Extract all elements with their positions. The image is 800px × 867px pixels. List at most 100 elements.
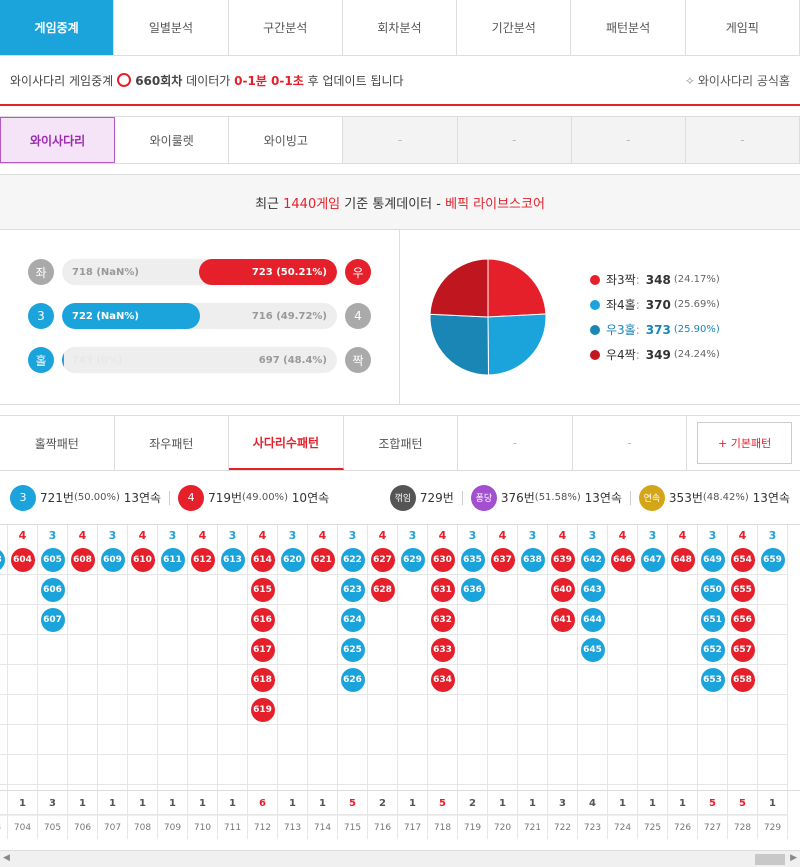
result-ball: 655 [730,577,755,602]
grid-cell [278,665,307,695]
grid-cell [0,755,7,785]
grid-cell [98,605,127,635]
grid-cell [98,665,127,695]
legend-item: 좌3짝 :348 (24.17%) [590,267,720,292]
grid-cell [308,575,337,605]
streak-count: 2 [469,797,476,809]
grid-cell [398,695,427,725]
info-mid: 데이터가 [186,73,231,88]
base-pattern-button[interactable]: + 기본패턴 [697,422,793,464]
result-ball: 652 [700,637,725,662]
horizontal-scrollbar[interactable]: ◀ ▶ [0,850,800,867]
round-number: 721 [518,815,547,839]
tab-y-bingo[interactable]: 와이빙고 [229,117,344,163]
column-header: 4 [438,528,447,542]
scroll-right-icon[interactable]: ▶ [790,853,797,863]
grid-cell: 611 [158,545,187,575]
official-home-link[interactable]: ⟡ 와이사다리 공식홈 [686,72,790,89]
divider [169,490,171,505]
result-ball: 640 [550,577,575,602]
tab-empty: - [343,117,458,163]
grid-cell [488,725,517,755]
grid-cell [308,605,337,635]
grid-cell [638,665,667,695]
stat-track: 743 (0%) 697 (48.4%) [62,347,337,373]
grid-cell: 629 [398,545,427,575]
streak-count: 1 [619,797,626,809]
tab-period[interactable]: 기간분석 [457,0,572,55]
tab-odd-even-pattern[interactable]: 홀짝패턴 [0,416,115,470]
tab-round[interactable]: 회차분석 [342,0,458,55]
tab-range[interactable]: 구간분석 [228,0,343,55]
grid-cell [698,755,727,785]
tab-ladder-count-pattern[interactable]: 사다리수패턴 [229,416,344,470]
grid-cell [668,635,697,665]
grid-cell: 640 [548,575,577,605]
streak-count: 1 [229,797,236,809]
pie-legend: 좌3짝 :348 (24.17%) 좌4홀 :370 (25.69%) 우3홀 :373… [590,267,720,367]
tab-y-roulette[interactable]: 와이룰렛 [115,117,230,163]
round-number: 725 [638,815,667,839]
grid-cell [8,695,37,725]
pong-streak: 13연속 [584,491,622,505]
tab-pattern[interactable]: 패턴분석 [571,0,686,55]
grid-cell [158,755,187,785]
grid-cell [308,755,337,785]
streak-count: 1 [499,797,506,809]
grid-cell: 604 [8,545,37,575]
result-ball: 647 [640,547,665,572]
grid-cell [668,725,697,755]
scroll-left-icon[interactable]: ◀ [3,853,10,863]
column-header: 3 [48,528,57,542]
streak-count: 3 [559,797,566,809]
stats-source: 베픽 라이브스코어 [445,196,545,212]
grid-cell [758,575,787,605]
grid-cell: 645 [578,635,607,665]
round-number: 713 [278,815,307,839]
footer-column: 2 719 [458,791,488,839]
grid-cell: 614 [248,545,277,575]
pattern-column: 4 639 640 641 [548,525,578,825]
grid-cell [308,635,337,665]
grid-cell [608,755,637,785]
grid-cell [368,755,397,785]
tab-combo-pattern[interactable]: 조합패턴 [344,416,459,470]
pattern-column: 3 642 643 644 645 [578,525,608,825]
tab-daily[interactable]: 일별분석 [114,0,229,55]
scroll-thumb[interactable] [755,854,785,865]
streak-count: 1 [529,797,536,809]
grid-cell [638,755,667,785]
round-number: 723 [578,815,607,839]
grid-cell: 636 [458,575,487,605]
grid-cell [608,605,637,635]
grid-cell [248,755,277,785]
grid-cell [98,635,127,665]
pattern-column: 3 622 623 624 625 626 [338,525,368,825]
yeon-badge: 연속 [638,484,665,511]
grid-cell [0,695,7,725]
stats-title: 최근 1440게임 기준 통계데이터 - 베픽 라이브스코어 [0,174,800,230]
grid-cell [398,605,427,635]
column-header: 3 [108,528,117,542]
tab-live[interactable]: 게임중계 [0,0,115,55]
streak-count: 2 [379,797,386,809]
tab-y-ladder[interactable]: 와이사다리 [0,117,116,163]
result-ball: 646 [610,547,635,572]
grid-cell [758,635,787,665]
info-round: 660회차 [135,73,183,88]
yeon-streak: 13연속 [752,491,790,505]
grid-cell [98,695,127,725]
result-ball: 644 [580,607,605,632]
grid-cell [638,695,667,725]
result-ball: 651 [700,607,725,632]
grid-cell [578,665,607,695]
grid-cell [488,575,517,605]
result-ball: 621 [310,547,335,572]
official-home-label: 와이사다리 공식홈 [697,73,790,88]
streak-count: 1 [109,797,116,809]
grid-cell: 627 [368,545,397,575]
grid-cell [398,755,427,785]
tab-left-right-pattern[interactable]: 좌우패턴 [115,416,230,470]
tab-pick[interactable]: 게임픽 [685,0,800,55]
grid-cell [218,725,247,755]
